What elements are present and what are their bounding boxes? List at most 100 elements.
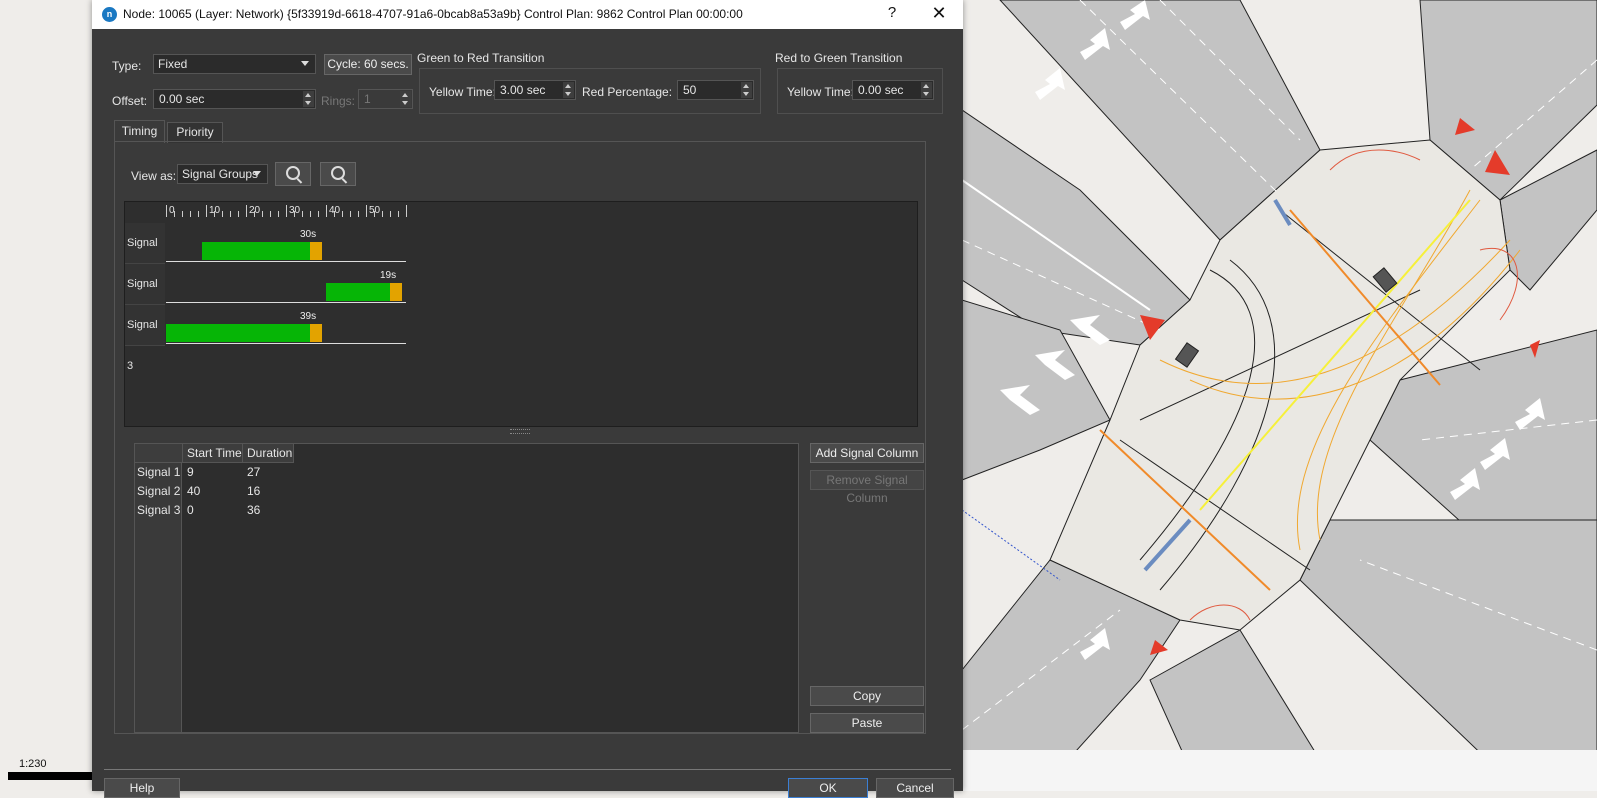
view-as-select[interactable]: Signal Groups <box>177 164 268 184</box>
green-interval-bar[interactable] <box>166 324 310 342</box>
spin-arrows-icon[interactable] <box>303 91 314 107</box>
green-interval-bar[interactable] <box>326 283 390 301</box>
signal-table[interactable]: Start Time Duration Signal 1 9 27 Signal… <box>134 443 799 733</box>
zoom-out-button[interactable] <box>320 162 356 186</box>
ruler-tick <box>278 211 279 217</box>
column-header-start-time[interactable]: Start Time <box>183 444 243 463</box>
splitter-handle[interactable] <box>510 429 530 434</box>
tab-timing[interactable]: Timing <box>114 120 165 143</box>
rtg-yellow-label: Yellow Time: <box>787 85 854 99</box>
row-header-signal-3[interactable]: Signal 3 <box>137 501 180 520</box>
rtg-yellow-spinbox[interactable]: 0.00 sec <box>852 80 934 100</box>
gtr-yellow-value: 3.00 sec <box>500 83 546 97</box>
cell-start-time[interactable]: 9 <box>187 463 194 482</box>
ruler-tick <box>358 211 359 217</box>
ruler-tick-label: 0 <box>169 205 175 216</box>
gtr-yellow-spinbox[interactable]: 3.00 sec <box>494 80 576 100</box>
help-button[interactable]: Help <box>104 778 180 798</box>
view-as-value: Signal Groups <box>182 167 259 181</box>
yellow-interval-bar[interactable] <box>310 242 322 260</box>
offset-label: Offset: <box>112 94 148 108</box>
ruler-tick <box>166 205 167 217</box>
spin-arrows-icon <box>400 91 411 107</box>
app-logo-icon: n <box>102 7 117 22</box>
dialog-titlebar[interactable]: n Node: 10065 (Layer: Network) {5f33919d… <box>92 0 963 29</box>
row-header-signal-2[interactable]: Signal 2 <box>137 482 180 501</box>
copy-button[interactable]: Copy <box>810 686 924 706</box>
ruler-tick <box>262 211 263 217</box>
ruler-tick <box>230 211 231 217</box>
green-interval-bar[interactable] <box>202 242 310 260</box>
ruler-tick <box>382 211 383 217</box>
ruler-tick-label: 50 <box>369 205 381 216</box>
spin-arrows-icon[interactable] <box>563 82 574 98</box>
interval-duration-label: 39s <box>300 311 317 322</box>
ok-button[interactable]: OK <box>788 778 868 798</box>
red-percentage-spinbox[interactable]: 50 <box>677 80 754 100</box>
offset-spinbox[interactable]: 0.00 sec <box>153 89 316 109</box>
red-percentage-value: 50 <box>683 83 697 97</box>
ruler-tick <box>302 211 303 217</box>
spin-arrows-icon[interactable] <box>741 82 752 98</box>
timing-baseline <box>166 302 406 303</box>
table-corner <box>135 444 183 463</box>
gtr-yellow-label: Yellow Time: <box>429 85 496 99</box>
ruler-tick <box>350 211 351 217</box>
dialog-title: Node: 10065 (Layer: Network) {5f33919d-6… <box>123 7 743 21</box>
zoom-in-button[interactable] <box>275 162 311 186</box>
remove-signal-column-button: Remove Signal Column <box>810 470 924 505</box>
column-header-duration[interactable]: Duration <box>243 444 294 463</box>
ruler-tick <box>398 211 399 217</box>
ruler-tick <box>190 211 191 217</box>
map-scale-label: 1:230 <box>19 758 47 770</box>
zoom-out-icon <box>331 166 345 180</box>
ruler-tick <box>246 205 247 217</box>
help-icon[interactable]: ? <box>881 4 903 26</box>
cell-duration[interactable]: 27 <box>247 463 260 482</box>
timing-baseline <box>166 261 406 262</box>
timing-baseline <box>166 343 406 344</box>
offset-value: 0.00 sec <box>159 92 205 106</box>
red-to-green-title: Red to Green Transition <box>775 51 903 65</box>
add-signal-column-button[interactable]: Add Signal Column <box>810 443 924 463</box>
cell-duration[interactable]: 16 <box>247 482 260 501</box>
cell-start-time[interactable]: 40 <box>187 482 200 501</box>
cell-duration[interactable]: 36 <box>247 501 260 520</box>
ruler-tick <box>182 211 183 217</box>
cancel-button[interactable]: Cancel <box>876 778 954 798</box>
cycle-button[interactable]: Cycle: 60 secs. <box>324 54 412 75</box>
green-to-red-title: Green to Red Transition <box>417 51 545 65</box>
signal-timing-diagram[interactable]: 0 10 20 30 40 50 Signal 1 30s Signal 2 19s Signal… <box>124 201 918 427</box>
cell-start-time[interactable]: 0 <box>187 501 194 520</box>
rings-spinbox: 1 <box>358 89 413 109</box>
timing-row-header: Signal 1 <box>125 223 165 290</box>
type-select[interactable]: Fixed <box>153 54 316 74</box>
spin-arrows-icon[interactable] <box>921 82 932 98</box>
ruler-tick <box>366 205 367 217</box>
timing-row-header: Signal 2 <box>125 264 165 331</box>
tab-priority[interactable]: Priority <box>167 122 223 143</box>
yellow-interval-bar[interactable] <box>390 283 402 301</box>
interval-duration-label: 30s <box>300 229 317 240</box>
rings-label: Rings: <box>321 94 356 108</box>
ruler-tick-label: 40 <box>329 205 341 216</box>
footer-separator <box>104 769 951 770</box>
yellow-interval-bar[interactable] <box>310 324 322 342</box>
map-bottom-strip <box>962 750 1597 791</box>
view-as-label: View as: <box>131 169 177 183</box>
ruler-tick <box>326 205 327 217</box>
ruler-tick <box>222 211 223 217</box>
row-header-signal-1[interactable]: Signal 1 <box>137 463 180 482</box>
ruler-tick <box>390 211 391 217</box>
map-scale-bar <box>8 772 96 780</box>
ruler-tick <box>198 211 199 217</box>
close-icon[interactable]: ✕ <box>925 3 953 27</box>
type-select-value: Fixed <box>158 57 188 71</box>
paste-button[interactable]: Paste <box>810 713 924 733</box>
ruler-tick <box>318 211 319 217</box>
type-label: Type: <box>112 59 142 73</box>
interval-duration-label: 19s <box>380 270 397 281</box>
ruler-tick <box>406 205 407 217</box>
ruler-tick <box>270 211 271 217</box>
ruler-tick <box>342 211 343 217</box>
